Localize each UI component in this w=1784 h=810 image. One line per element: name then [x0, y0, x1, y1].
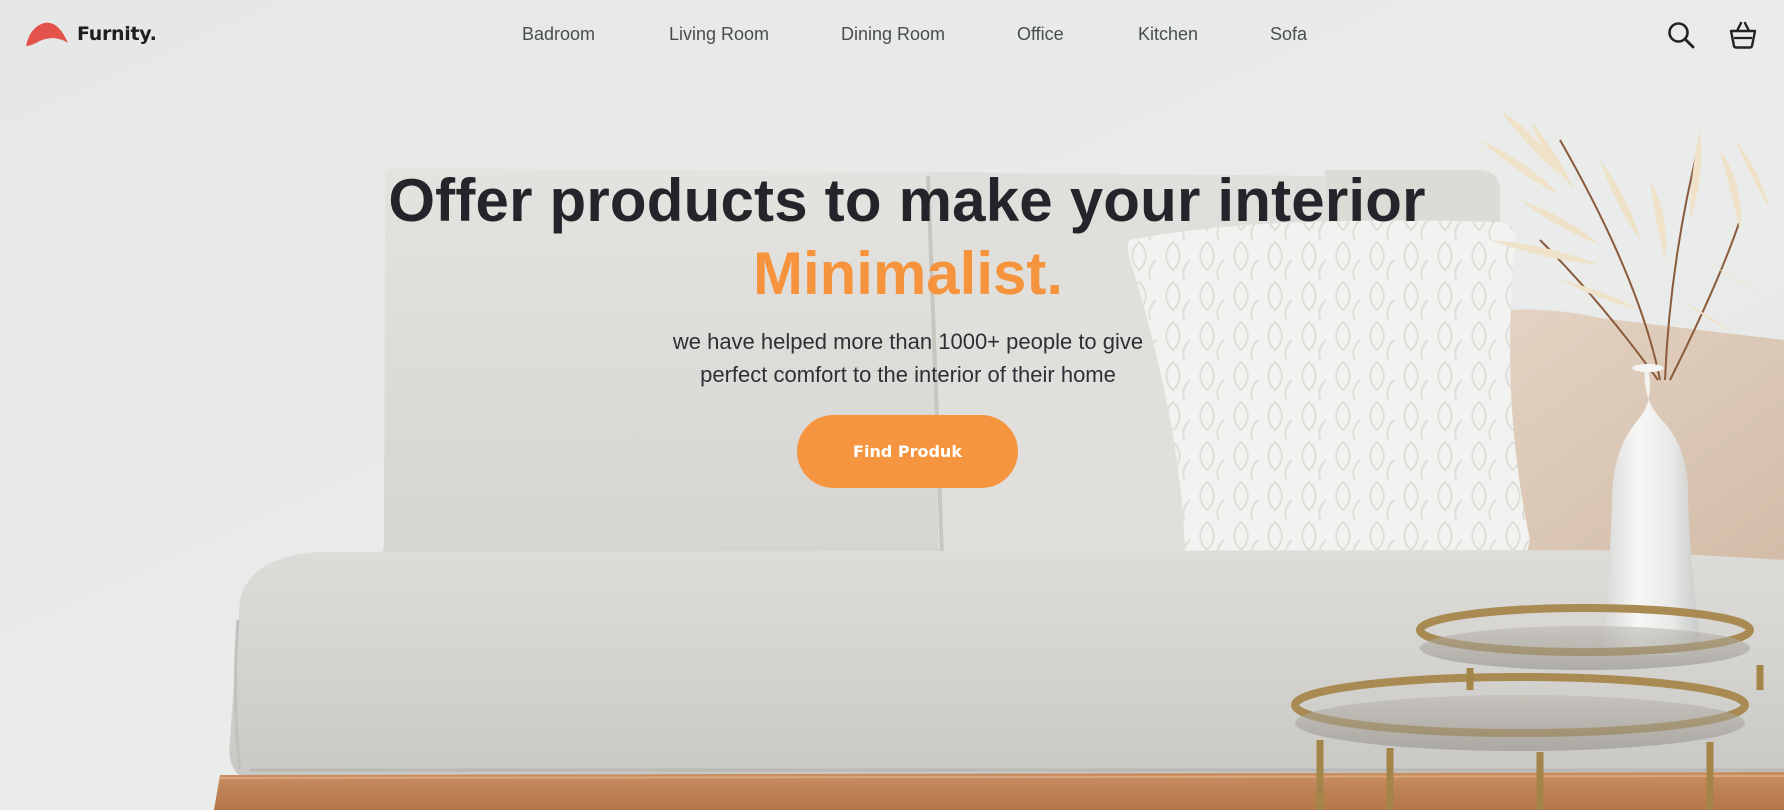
hero-title: Offer products to make your interior	[388, 167, 1426, 234]
hero-subtitle: we have helped more than 1000+ people to…	[0, 325, 1784, 391]
hero-subtitle-line-1: we have helped more than 1000+ people to…	[672, 329, 1144, 354]
find-product-button[interactable]: Find Produk	[797, 415, 1018, 488]
hero-section: Offer products to make your interior Min…	[0, 0, 1784, 810]
landing-page: Furnity. Badroom Living Room Dining Room…	[0, 0, 1784, 810]
hero-subtitle-line-2: perfect comfort to the interior of their…	[700, 362, 1116, 387]
hero-highlight: Minimalist.	[752, 240, 1064, 307]
